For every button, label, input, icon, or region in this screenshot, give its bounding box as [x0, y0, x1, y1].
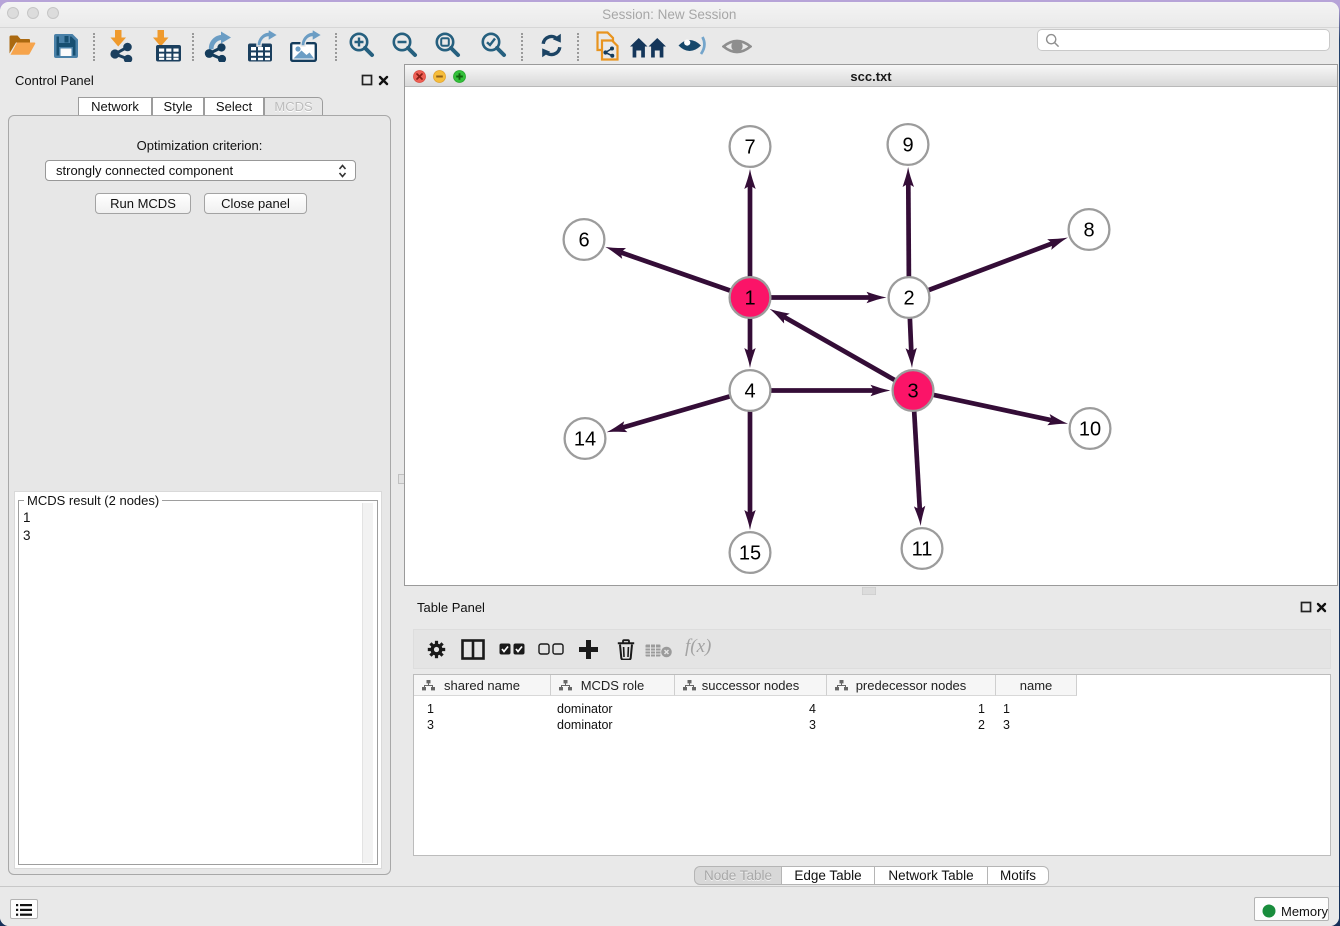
svg-text:2: 2 — [903, 288, 914, 310]
svg-text:1: 1 — [744, 288, 755, 310]
svg-text:11: 11 — [912, 539, 933, 561]
svg-text:3: 3 — [907, 381, 918, 403]
svg-text:9: 9 — [902, 135, 913, 157]
svg-text:8: 8 — [1083, 220, 1094, 242]
svg-text:10: 10 — [1079, 419, 1101, 441]
svg-text:6: 6 — [578, 230, 589, 252]
svg-text:7: 7 — [744, 137, 755, 159]
svg-text:4: 4 — [744, 381, 755, 403]
svg-text:15: 15 — [739, 543, 761, 565]
svg-text:14: 14 — [574, 429, 596, 451]
